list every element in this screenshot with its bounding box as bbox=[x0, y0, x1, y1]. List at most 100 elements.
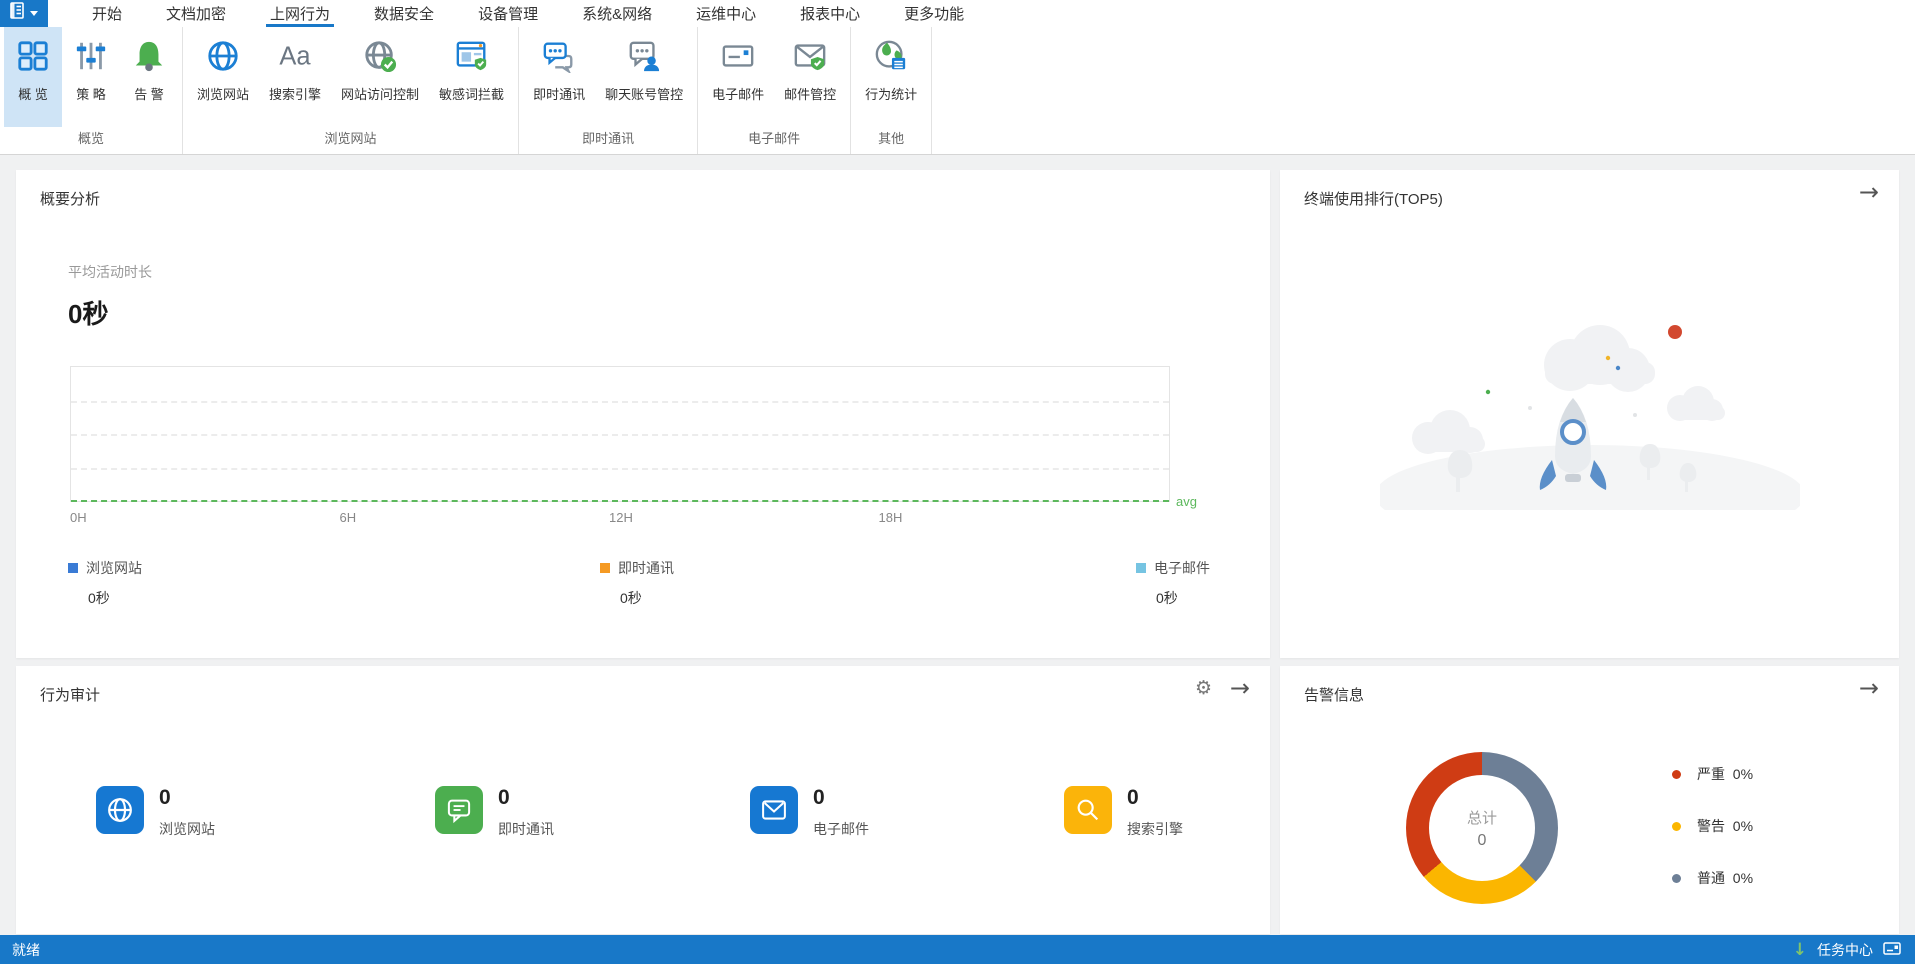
legend-value: 0秒 bbox=[1156, 590, 1178, 606]
ribbon-item-policy[interactable]: 策 略 bbox=[62, 27, 120, 127]
globe-stat-icon bbox=[96, 786, 144, 834]
behavior-stats-icon bbox=[872, 37, 910, 75]
legend-swatch-orange bbox=[600, 563, 610, 573]
summary-card-title: 概要分析 bbox=[40, 191, 101, 208]
ribbon-group-im: 即时通讯 聊天账号管控 即时通讯 bbox=[519, 27, 699, 154]
alerts-card-title: 告警信息 bbox=[1304, 687, 1365, 704]
avg-line-label: avg bbox=[1176, 494, 1197, 509]
x-tick-6h: 6H bbox=[339, 510, 357, 525]
gear-icon[interactable]: ⚙ bbox=[1195, 679, 1212, 698]
arrow-right-icon[interactable]: → bbox=[1230, 676, 1250, 700]
arrow-right-icon[interactable]: → bbox=[1859, 180, 1879, 204]
donut-center-label: 总计 bbox=[1466, 809, 1497, 827]
metric-label: 平均活动时长 bbox=[68, 264, 152, 280]
tab-system-network[interactable]: 系统&网络 bbox=[560, 0, 674, 27]
ribbon-item-chat-account-control[interactable]: 聊天账号管控 bbox=[595, 27, 693, 127]
mail-stat-icon bbox=[750, 786, 798, 834]
activity-line-chart bbox=[70, 366, 1170, 502]
ribbon-item-label: 敏感词拦截 bbox=[439, 87, 505, 102]
ribbon-group-label: 电子邮件 bbox=[748, 131, 801, 146]
task-center-button[interactable]: 任务中心 bbox=[1817, 940, 1873, 960]
alert-legend-label: 警告 bbox=[1697, 818, 1725, 834]
alert-legend-warning: 警告 0% bbox=[1672, 816, 1753, 836]
x-tick-12h: 12H bbox=[609, 510, 633, 525]
task-center-monitor-icon[interactable] bbox=[1883, 941, 1901, 958]
tab-doc-encryption[interactable]: 文档加密 bbox=[144, 0, 248, 27]
ribbon-item-label: 聊天账号管控 bbox=[605, 87, 684, 102]
menu-tabs: 开始 文档加密 上网行为 数据安全 设备管理 系统&网络 运维中心 报表中心 更… bbox=[70, 0, 986, 27]
chevron-down-icon bbox=[30, 11, 38, 16]
ribbon-item-label: 即时通讯 bbox=[533, 87, 586, 102]
ribbon-item-search-engine[interactable]: Aa 搜索引擎 bbox=[259, 27, 331, 127]
email-icon bbox=[719, 37, 757, 75]
red-dot-icon bbox=[1672, 769, 1681, 779]
tab-device-management[interactable]: 设备管理 bbox=[456, 0, 560, 27]
ribbon-item-label: 告 警 bbox=[134, 87, 164, 102]
tab-internet-behavior[interactable]: 上网行为 bbox=[248, 0, 352, 27]
app-menu-button[interactable] bbox=[0, 0, 48, 27]
alert-donut-chart: 总计 0 bbox=[1406, 752, 1558, 904]
legend-item-browse: 浏览网站 0秒 bbox=[68, 558, 142, 606]
donut-center-value: 0 bbox=[1477, 831, 1487, 849]
legend-item-email: 电子邮件 0秒 bbox=[1136, 558, 1210, 606]
ribbon-group-label: 浏览网站 bbox=[324, 131, 377, 146]
dashboard-content: 概要分析 平均活动时长 0秒 avg 0H 6H 12H 18H 浏览网站 0秒… bbox=[0, 155, 1915, 935]
behavior-audit-card: 行为审计 ⚙ → 0 浏览网站 0 即时通讯 0 电子邮件 0 搜索引擎 bbox=[16, 666, 1270, 934]
legend-label: 即时通讯 bbox=[618, 560, 674, 576]
terminal-top5-card: 终端使用排行(TOP5) → bbox=[1280, 170, 1899, 658]
download-arrow-icon: ↓ bbox=[1792, 939, 1807, 960]
ribbon-item-overview[interactable]: 概 览 bbox=[4, 27, 62, 127]
stat-label: 浏览网站 bbox=[159, 821, 215, 837]
top5-card-title: 终端使用排行(TOP5) bbox=[1304, 191, 1443, 208]
ribbon-item-label: 邮件管控 bbox=[784, 87, 837, 102]
overview-grid-icon bbox=[14, 37, 52, 75]
tab-more-features[interactable]: 更多功能 bbox=[882, 0, 986, 27]
im-chat-icon bbox=[540, 37, 578, 75]
tab-ops-center[interactable]: 运维中心 bbox=[674, 0, 778, 27]
stat-value: 0 bbox=[159, 786, 171, 809]
ribbon-item-behavior-stats[interactable]: 行为统计 bbox=[855, 27, 927, 127]
ribbon-item-browse-sites[interactable]: 浏览网站 bbox=[187, 27, 259, 127]
policy-sliders-icon bbox=[72, 37, 110, 75]
legend-swatch-lightblue bbox=[1136, 563, 1146, 573]
ribbon-group-other: 行为统计 其他 bbox=[851, 27, 933, 154]
ribbon: 概 览 策 略 告 警 概览 浏览网站 Aa 搜索引擎 网站访问控制 敏感词拦截… bbox=[0, 27, 1915, 155]
ribbon-group-browse: 浏览网站 Aa 搜索引擎 网站访问控制 敏感词拦截 浏览网站 bbox=[183, 27, 520, 154]
ribbon-item-sensitive-word-block[interactable]: 敏感词拦截 bbox=[429, 27, 514, 127]
alert-legend-value: 0% bbox=[1732, 766, 1754, 782]
ribbon-item-alert[interactable]: 告 警 bbox=[120, 27, 178, 127]
stat-im: 0 即时通讯 bbox=[435, 786, 554, 839]
tab-data-security[interactable]: 数据安全 bbox=[352, 0, 456, 27]
mail-control-icon bbox=[791, 37, 829, 75]
alert-legend-normal: 普通 0% bbox=[1672, 868, 1753, 888]
ribbon-group-label: 即时通讯 bbox=[582, 131, 635, 146]
tab-report-center[interactable]: 报表中心 bbox=[778, 0, 882, 27]
summary-analysis-card: 概要分析 平均活动时长 0秒 avg 0H 6H 12H 18H 浏览网站 0秒… bbox=[16, 170, 1270, 658]
stat-value: 0 bbox=[1127, 786, 1139, 809]
alert-legend-label: 普通 bbox=[1697, 870, 1725, 886]
metric-value: 0秒 bbox=[68, 299, 109, 329]
ribbon-item-site-access-control[interactable]: 网站访问控制 bbox=[331, 27, 429, 127]
ribbon-item-email[interactable]: 电子邮件 bbox=[702, 27, 774, 127]
legend-label: 电子邮件 bbox=[1154, 560, 1210, 576]
ribbon-item-label: 策 略 bbox=[76, 87, 106, 102]
stat-label: 即时通讯 bbox=[498, 821, 554, 837]
alert-info-card: 告警信息 → 总计 0 严重 0% 警告 0% 普通 0% bbox=[1280, 666, 1899, 934]
svg-text:Aa: Aa bbox=[279, 43, 311, 71]
ribbon-group-label: 概览 bbox=[77, 131, 104, 146]
ribbon-item-label: 浏览网站 bbox=[197, 87, 250, 102]
tab-start[interactable]: 开始 bbox=[70, 0, 144, 27]
app-menu-icon bbox=[10, 2, 27, 25]
alert-legend-critical: 严重 0% bbox=[1672, 764, 1753, 784]
ribbon-item-mail-control[interactable]: 邮件管控 bbox=[774, 27, 846, 127]
stat-value: 0 bbox=[498, 786, 510, 809]
chat-account-icon bbox=[625, 37, 663, 75]
ribbon-item-im[interactable]: 即时通讯 bbox=[523, 27, 595, 127]
sensitive-word-block-icon bbox=[453, 37, 491, 75]
arrow-right-icon[interactable]: → bbox=[1859, 676, 1879, 700]
search-stat-icon bbox=[1064, 786, 1112, 834]
slate-dot-icon bbox=[1672, 873, 1681, 883]
stat-email: 0 电子邮件 bbox=[750, 786, 869, 839]
yellow-dot-icon bbox=[1672, 821, 1681, 831]
alert-legend-label: 严重 bbox=[1697, 766, 1725, 782]
